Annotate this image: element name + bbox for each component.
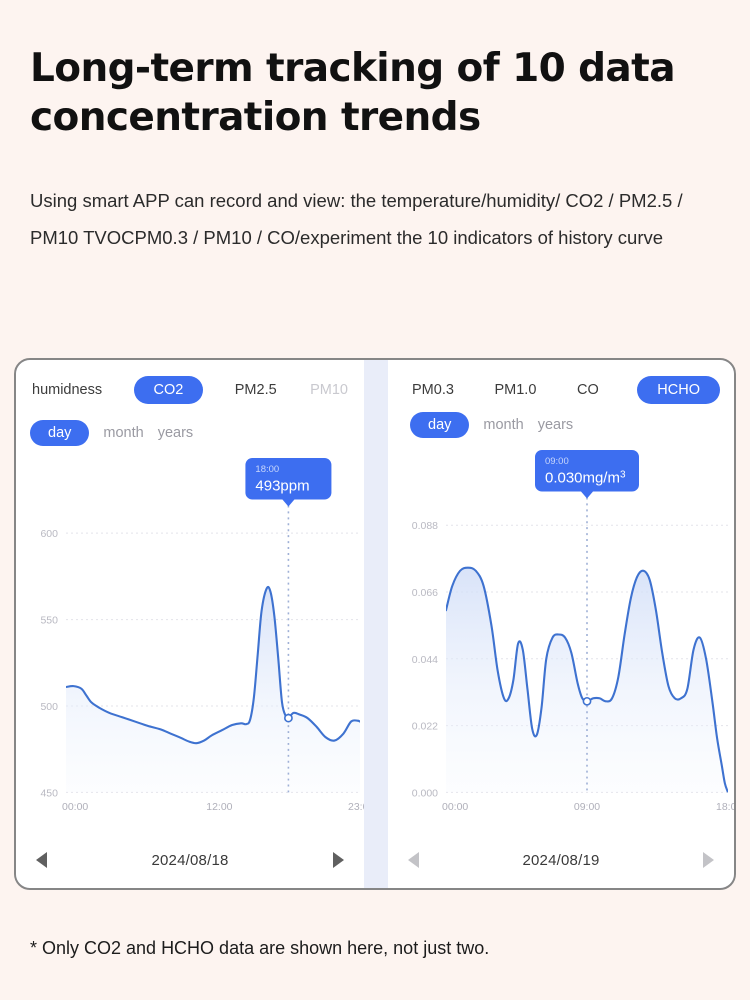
hcho-panel: PM0.3 PM1.0 CO HCHO day month years 0.08… — [388, 360, 734, 888]
co2-date-navigator: 2024/08/18 — [16, 832, 364, 888]
hcho-date-label: 2024/08/19 — [522, 851, 600, 869]
svg-text:450: 450 — [40, 788, 58, 799]
co2-tab-row: humidness CO2 PM2.5 PM10 — [16, 376, 364, 404]
period-years[interactable]: years — [538, 417, 573, 433]
svg-text:0.022: 0.022 — [412, 722, 438, 733]
svg-text:0.066: 0.066 — [412, 588, 438, 599]
app-screenshot-frame: humidness CO2 PM2.5 PM10 day month years… — [14, 358, 736, 890]
svg-text:18:00: 18:00 — [255, 464, 279, 475]
svg-text:0.030mg/m3: 0.030mg/m3 — [545, 469, 626, 486]
tab-pm03[interactable]: PM0.3 — [410, 382, 456, 398]
svg-text:12:00: 12:00 — [206, 802, 232, 813]
co2-line-chart[interactable]: 600 550 500 450 00:00 12:00 23:0 18:00 493ppm — [16, 456, 364, 832]
tab-pm10-right[interactable]: PM1.0 — [492, 382, 538, 398]
svg-text:500: 500 — [40, 702, 58, 713]
page-title: Long-term tracking of 10 data concentrat… — [30, 46, 676, 140]
svg-text:09:00: 09:00 — [574, 802, 600, 813]
svg-text:600: 600 — [40, 529, 58, 540]
triangle-left-icon[interactable] — [36, 852, 47, 868]
footnote: * Only CO2 and HCHO data are shown here,… — [30, 938, 490, 958]
tab-co2[interactable]: CO2 — [133, 376, 204, 404]
page-root: Long-term tracking of 10 data concentrat… — [0, 0, 750, 1000]
svg-text:23:0: 23:0 — [348, 802, 364, 813]
svg-text:0.000: 0.000 — [412, 788, 438, 799]
tab-humidness[interactable]: humidness — [30, 382, 104, 398]
page-description: Using smart APP can record and view: the… — [30, 190, 683, 248]
triangle-right-icon[interactable] — [702, 852, 714, 868]
period-day[interactable]: day — [30, 420, 90, 446]
hcho-line-chart[interactable]: 0.088 0.066 0.044 0.022 0.000 00:00 09:00 18:0 0… — [388, 448, 734, 832]
svg-text:550: 550 — [40, 616, 58, 627]
svg-text:0.088: 0.088 — [412, 521, 438, 532]
co2-panel: humidness CO2 PM2.5 PM10 day month years… — [16, 360, 364, 888]
period-years[interactable]: years — [158, 425, 193, 441]
svg-text:00:00: 00:00 — [62, 802, 88, 813]
svg-text:493ppm: 493ppm — [255, 478, 309, 495]
tab-hcho[interactable]: HCHO — [637, 376, 720, 404]
svg-text:00:00: 00:00 — [442, 802, 468, 813]
period-month[interactable]: month — [483, 417, 523, 433]
hcho-chart-area[interactable]: 0.088 0.066 0.044 0.022 0.000 00:00 09:00 18:0 0… — [388, 448, 734, 832]
tab-pm10[interactable]: PM10 — [308, 382, 350, 398]
app-panels: humidness CO2 PM2.5 PM10 day month years… — [16, 360, 734, 888]
co2-chart-area[interactable]: 600 550 500 450 00:00 12:00 23:0 18:00 493ppm — [16, 456, 364, 832]
svg-text:09:00: 09:00 — [545, 456, 569, 467]
panel-divider — [364, 360, 388, 888]
co2-period-row: day month years — [30, 420, 193, 446]
svg-text:0.044: 0.044 — [412, 655, 438, 666]
hcho-period-row: day month years — [410, 412, 573, 438]
period-day[interactable]: day — [410, 412, 470, 438]
triangle-right-icon[interactable] — [332, 852, 344, 868]
tab-co[interactable]: CO — [575, 382, 601, 398]
svg-text:18:0: 18:0 — [716, 802, 734, 813]
triangle-left-icon[interactable] — [408, 852, 419, 868]
tab-pm25[interactable]: PM2.5 — [233, 382, 279, 398]
period-month[interactable]: month — [103, 425, 143, 441]
hcho-tab-row: PM0.3 PM1.0 CO HCHO — [388, 376, 734, 404]
hcho-date-navigator: 2024/08/19 — [388, 832, 734, 888]
co2-date-label: 2024/08/18 — [151, 851, 229, 869]
